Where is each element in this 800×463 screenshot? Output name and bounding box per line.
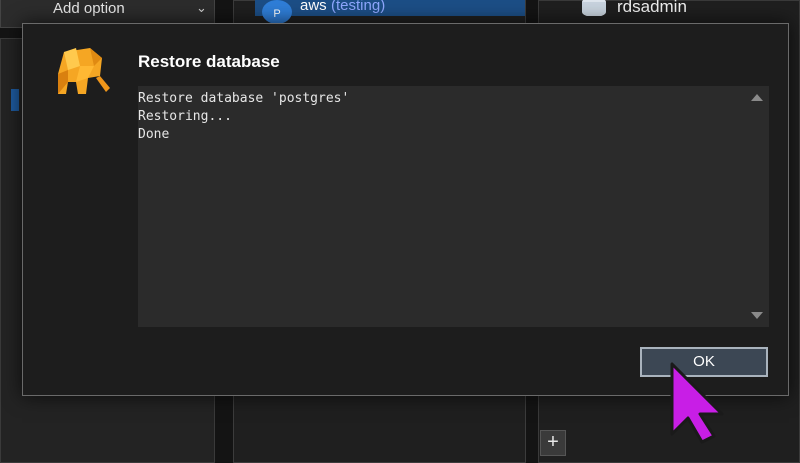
add-tab-button[interactable]: + xyxy=(540,430,566,456)
server-list-item[interactable] xyxy=(255,0,525,16)
server-name: aws xyxy=(300,0,327,14)
elephant-logo-icon xyxy=(58,48,110,94)
restore-log[interactable]: Restore database 'postgres' Restoring...… xyxy=(138,86,769,327)
server-avatar: P xyxy=(262,0,292,24)
restore-log-text: Restore database 'postgres' Restoring...… xyxy=(138,91,350,142)
database-icon xyxy=(582,0,606,16)
left-panel-selection xyxy=(11,89,19,111)
database-name: rdsadmin xyxy=(617,0,687,16)
scroll-up-icon[interactable] xyxy=(751,94,763,101)
restore-dialog: Restore database Restore database 'postg… xyxy=(22,23,789,396)
add-option-label: Add option xyxy=(53,0,125,17)
server-tag: (testing) xyxy=(331,0,386,14)
dialog-title: Restore database xyxy=(138,52,280,71)
scroll-down-icon[interactable] xyxy=(751,312,763,319)
chevron-down-icon: ⌄ xyxy=(196,0,207,15)
mouse-cursor-icon xyxy=(670,362,724,444)
